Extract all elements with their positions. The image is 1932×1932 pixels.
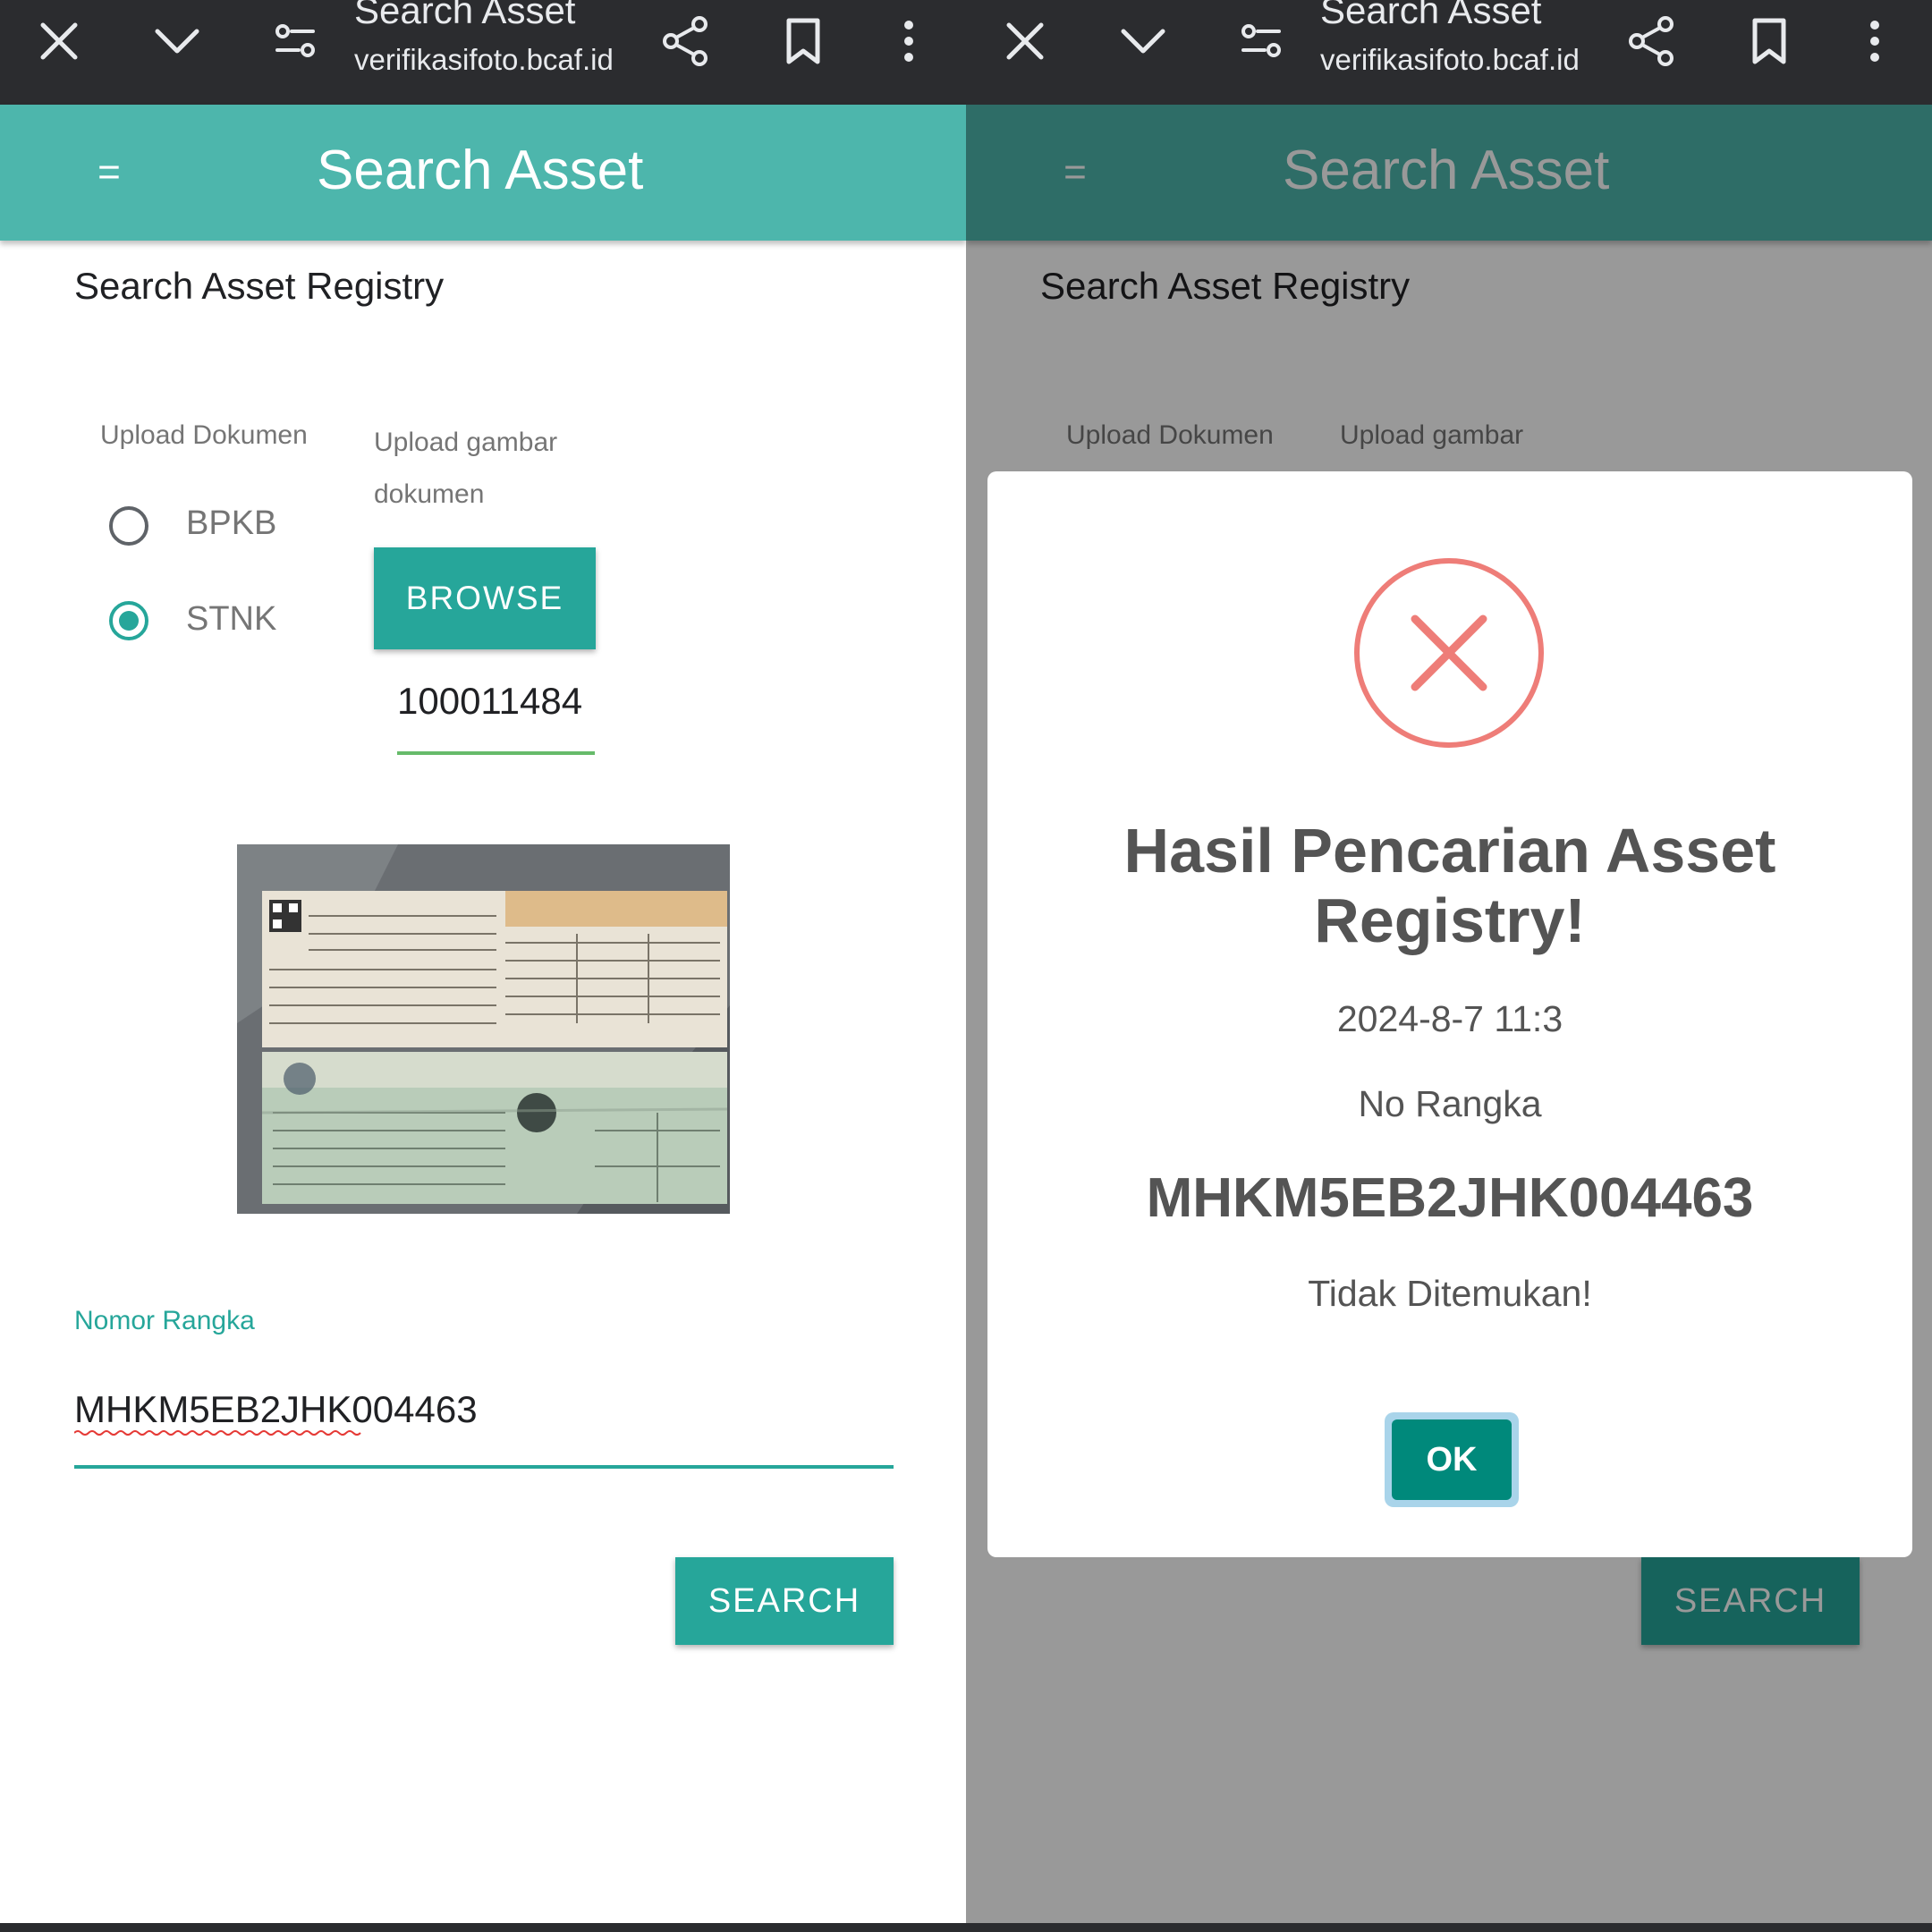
close-icon[interactable] — [30, 13, 88, 70]
frame-number-underline — [74, 1465, 894, 1469]
chevron-down-icon[interactable] — [148, 13, 206, 70]
upload-label: Upload gambar dokumen — [374, 428, 558, 509]
frame-number-input[interactable]: MHKM5EB2JHK004463 — [74, 1388, 478, 1431]
radio-label-stnk[interactable]: STNK — [186, 600, 276, 639]
browser-toolbar: Search Asset verifikasifoto.bcaf.id — [0, 0, 966, 105]
browser-toolbar: Search Asset verifikasifoto.bcaf.id — [966, 0, 1932, 105]
tune-icon[interactable] — [1233, 13, 1290, 70]
doc-type-label: Upload Dokumen — [100, 420, 308, 450]
menu-icon[interactable]: = — [82, 150, 136, 194]
screen-form: Search Asset verifikasifoto.bcaf.id = Se… — [0, 0, 966, 1923]
document-photo-icon — [237, 844, 730, 1214]
result-dialog: Hasil Pencarian Asset Registry! 2024-8-7… — [987, 471, 1912, 1557]
bookmark-icon[interactable] — [1741, 13, 1798, 70]
browse-button[interactable]: BROWSE — [374, 547, 596, 649]
chevron-down-icon[interactable] — [1114, 13, 1172, 70]
dialog-field-label: No Rangka — [1358, 1083, 1542, 1124]
more-vert-icon[interactable] — [1846, 13, 1903, 70]
spellcheck-underline — [74, 1430, 361, 1436]
ok-button[interactable]: OK — [1392, 1419, 1512, 1500]
dialog-frame-number: MHKM5EB2JHK004463 — [1146, 1167, 1754, 1229]
more-vert-icon[interactable] — [880, 13, 937, 70]
share-icon[interactable] — [657, 13, 714, 70]
search-button[interactable]: SEARCH — [675, 1557, 894, 1645]
app-header: = Search Asset — [0, 105, 966, 241]
browser-page-title: Search Asset — [1320, 0, 1542, 31]
dialog-title: Hasil Pencarian Asset Registry! — [1123, 816, 1776, 955]
dialog-status: Tidak Ditemukan! — [1308, 1273, 1592, 1314]
file-name-underline — [397, 751, 595, 755]
screen-result: = Search Asset Search Asset Registry Upl… — [966, 0, 1932, 1923]
bookmark-icon[interactable] — [775, 13, 832, 70]
tune-icon[interactable] — [267, 13, 324, 70]
browser-page-title: Search Asset — [354, 0, 576, 31]
app-title: Search Asset — [317, 140, 644, 201]
error-x-icon — [1354, 558, 1544, 748]
close-icon[interactable] — [996, 13, 1054, 70]
selected-file-name: 100011484 — [397, 680, 583, 722]
share-icon[interactable] — [1623, 13, 1680, 70]
browser-url[interactable]: verifikasifoto.bcaf.id — [1320, 43, 1580, 77]
browser-url[interactable]: verifikasifoto.bcaf.id — [354, 43, 614, 77]
page-title: Search Asset Registry — [74, 265, 445, 307]
radio-stnk[interactable] — [109, 601, 148, 640]
dialog-date: 2024-8-7 11:3 — [1336, 998, 1563, 1039]
frame-number-label: Nomor Rangka — [74, 1306, 255, 1335]
radio-label-bpkb[interactable]: BPKB — [186, 504, 276, 543]
radio-bpkb[interactable] — [109, 506, 148, 546]
